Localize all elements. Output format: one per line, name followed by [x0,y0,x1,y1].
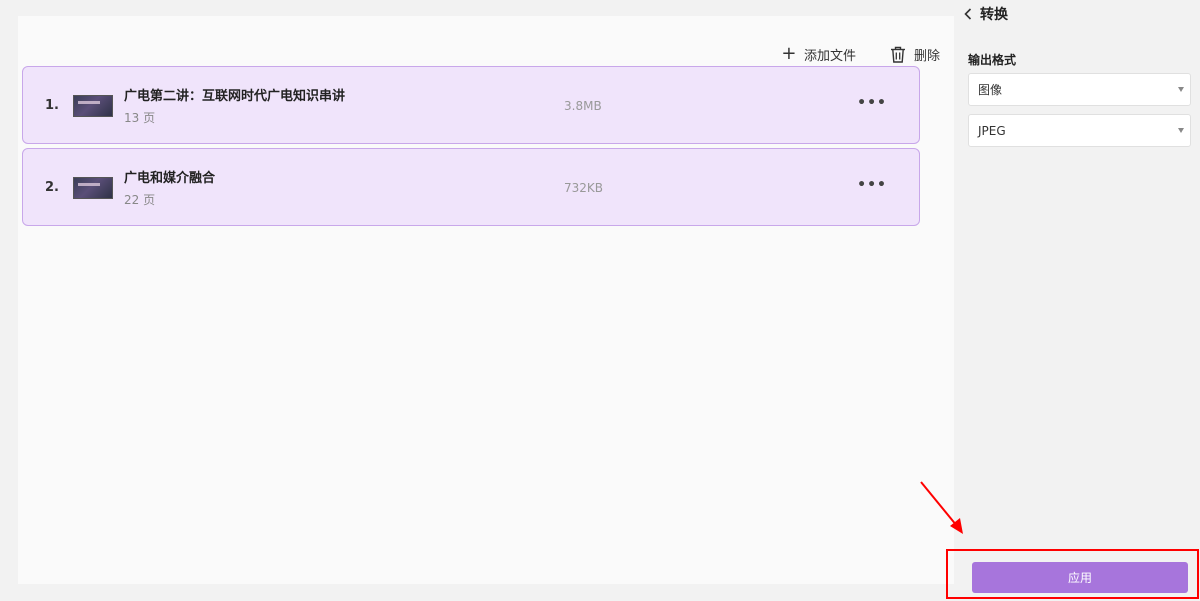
file-size: 3.8MB [564,99,602,113]
format-select[interactable]: 图像 [968,73,1191,106]
file-item-2[interactable]: 2. 广电和媒介融合 22 页 732KB ••• [22,148,920,226]
file-list-area: + 添加文件 删除 1. 广电第二讲：互联网时代广电知识串讲 13 页 3.8M… [18,16,954,584]
output-format-label: 输出格式 [968,53,1017,67]
file-size: 732KB [564,181,604,195]
annotation-arrow [920,481,963,534]
back-arrow-icon[interactable] [964,8,972,20]
apply-highlight-box: 应用 [946,549,1199,599]
file-page-count: 22 页 [124,193,156,207]
file-list: 1. 广电第二讲：互联网时代广电知识串讲 13 页 3.8MB ••• 2. 广… [22,66,920,230]
file-index: 2. [45,180,59,195]
file-item-1[interactable]: 1. 广电第二讲：互联网时代广电知识串讲 13 页 3.8MB ••• [22,66,920,144]
more-options-icon[interactable]: ••• [857,95,887,111]
convert-panel: 转换 输出格式 图像 JPEG [954,0,1200,601]
file-index: 1. [45,98,59,113]
file-name: 广电第二讲：互联网时代广电知识串讲 [124,89,346,104]
file-thumbnail [73,95,113,117]
file-thumbnail [73,177,113,199]
file-page-count: 13 页 [124,111,156,125]
panel-title: 转换 [980,7,1008,23]
delete-button[interactable]: 删除 [890,45,940,64]
image-type-select[interactable]: JPEG [968,114,1191,147]
file-name: 广电和媒介融合 [124,171,216,186]
apply-button[interactable]: 应用 [972,562,1188,593]
chevron-down-icon [1178,87,1184,92]
chevron-down-icon [1178,128,1184,133]
add-file-label: 添加文件 [803,48,856,64]
trash-icon [890,46,906,63]
format-select-value: 图像 [978,83,1003,97]
panel-header: 转换 [964,4,1008,24]
image-type-select-value: JPEG [978,123,1006,138]
apply-label: 应用 [1067,571,1092,585]
delete-label: 删除 [913,48,940,64]
more-options-icon[interactable]: ••• [857,177,887,193]
add-file-button[interactable]: + 添加文件 [781,43,856,64]
plus-icon: + [781,43,797,64]
